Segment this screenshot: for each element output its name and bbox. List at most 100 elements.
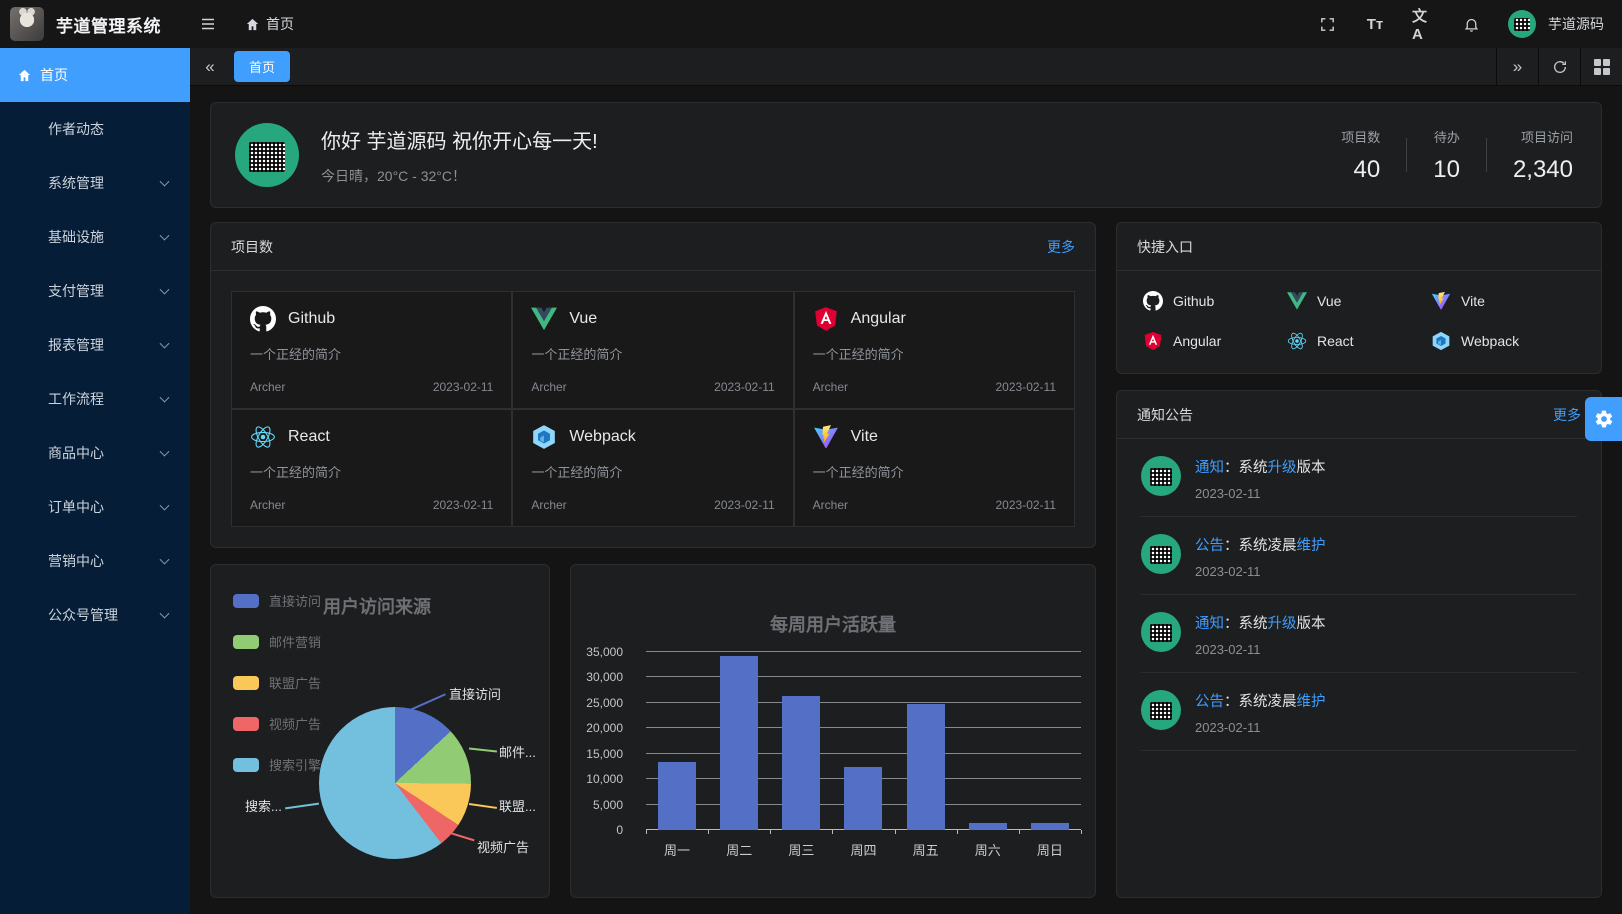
- notice-date: 2023-02-11: [1195, 486, 1326, 501]
- sidebar-item-营销中心[interactable]: 营销中心: [0, 534, 190, 588]
- fullscreen-icon[interactable]: [1316, 13, 1338, 35]
- settings-button[interactable]: [1585, 397, 1622, 441]
- sidebar-item-报表管理[interactable]: 报表管理: [0, 318, 190, 372]
- sidebar-item-label: 工作流程: [48, 389, 104, 409]
- legend-item-搜索引擎[interactable]: 搜索引擎: [233, 755, 321, 774]
- username[interactable]: 芋道源码: [1548, 14, 1604, 34]
- project-card-Angular[interactable]: Angular一个正经的简介Archer2023-02-11: [794, 291, 1075, 409]
- y-axis-label: 15,000: [570, 747, 623, 761]
- notice-title[interactable]: 通知：系统升级版本: [1195, 456, 1326, 477]
- notice-title[interactable]: 公告：系统凌晨维护: [1195, 534, 1326, 555]
- stat-label: 项目访问: [1513, 127, 1573, 146]
- sidebar-item-公众号管理[interactable]: 公众号管理: [0, 588, 190, 642]
- project-card-Github[interactable]: Github一个正经的简介Archer2023-02-11: [231, 291, 512, 409]
- legend-item-联盟广告[interactable]: 联盟广告: [233, 673, 321, 692]
- sidebar-item-订单中心[interactable]: 订单中心: [0, 480, 190, 534]
- legend-swatch: [233, 594, 259, 608]
- project-card-Vite[interactable]: Vite一个正经的简介Archer2023-02-11: [794, 409, 1075, 527]
- project-card-Vue[interactable]: Vue一个正经的简介Archer2023-02-11: [512, 291, 793, 409]
- pie-label: 联盟...: [499, 796, 536, 815]
- legend-item-视频广告[interactable]: 视频广告: [233, 714, 321, 733]
- bar: [969, 823, 1007, 830]
- font-size-icon[interactable]: Tт: [1364, 13, 1386, 35]
- notice-title[interactable]: 公告：系统凌晨维护: [1195, 690, 1326, 711]
- sidebar-item-工作流程[interactable]: 工作流程: [0, 372, 190, 426]
- sidebar: 首页作者动态系统管理基础设施支付管理报表管理工作流程商品中心订单中心营销中心公众…: [0, 48, 190, 914]
- bell-icon[interactable]: [1460, 13, 1482, 35]
- project-name: Angular: [851, 310, 906, 328]
- sidebar-item-首页[interactable]: 首页: [0, 48, 190, 102]
- app-title: 芋道管理系统: [56, 12, 161, 37]
- quick-entry-Webpack[interactable]: Webpack: [1431, 331, 1575, 351]
- project-card-React[interactable]: React一个正经的简介Archer2023-02-11: [231, 409, 512, 527]
- quick-entry-Vite[interactable]: Vite: [1431, 291, 1575, 311]
- legend-item-直接访问[interactable]: 直接访问: [233, 591, 321, 610]
- notice-title[interactable]: 通知：系统升级版本: [1195, 612, 1326, 633]
- x-axis-tick: [957, 830, 958, 834]
- notice-item[interactable]: 公告：系统凌晨维护2023-02-11: [1141, 517, 1577, 595]
- stat-待办: 待办10: [1433, 127, 1460, 184]
- notice-avatar: [1141, 690, 1181, 730]
- stat-项目访问: 项目访问 2,340: [1513, 127, 1573, 184]
- menu-fold-icon[interactable]: [197, 13, 219, 35]
- stat-value: 2,340: [1513, 156, 1573, 184]
- quick-entry-label: Github: [1173, 293, 1214, 309]
- vite-icon: [1431, 291, 1451, 311]
- sidebar-item-基础设施[interactable]: 基础设施: [0, 210, 190, 264]
- breadcrumb[interactable]: 首页: [245, 14, 294, 34]
- chevron-down-icon: [160, 447, 170, 457]
- project-desc: 一个正经的简介: [250, 344, 493, 363]
- stats-row: 项目数40待办10项目访问2,340: [1341, 127, 1573, 184]
- sidebar-item-label: 首页: [40, 65, 68, 85]
- project-desc: 一个正经的简介: [813, 344, 1056, 363]
- bar-chart: [646, 652, 1081, 830]
- quick-entry-label: Vite: [1461, 293, 1485, 309]
- project-name: Webpack: [569, 428, 635, 446]
- sidebar-item-支付管理[interactable]: 支付管理: [0, 264, 190, 318]
- legend-item-邮件营销[interactable]: 邮件营销: [233, 632, 321, 651]
- sidebar-item-作者动态[interactable]: 作者动态: [0, 102, 190, 156]
- pie-label: 邮件...: [499, 742, 536, 761]
- x-axis-tick: [1081, 830, 1082, 834]
- tab-home[interactable]: 首页: [234, 51, 290, 82]
- notice-avatar: [1141, 456, 1181, 496]
- notices-more-link[interactable]: 更多: [1553, 405, 1581, 425]
- language-icon[interactable]: 文A: [1412, 13, 1434, 35]
- quick-entry-Vue[interactable]: Vue: [1287, 291, 1431, 311]
- bar: [1031, 823, 1069, 830]
- pie-label-line: [469, 803, 497, 808]
- notice-item[interactable]: 通知：系统升级版本 2023-02-11: [1141, 595, 1577, 673]
- user-avatar[interactable]: [1508, 10, 1536, 38]
- quick-entry-React[interactable]: React: [1287, 331, 1431, 351]
- notice-item[interactable]: 通知：系统升级版本 2023-02-11: [1141, 439, 1577, 517]
- sidebar-item-系统管理[interactable]: 系统管理: [0, 156, 190, 210]
- refresh-icon[interactable]: [1538, 48, 1580, 86]
- logo-image: [10, 7, 44, 41]
- arrow-right-double-icon[interactable]: »: [1496, 48, 1538, 86]
- sidebar-item-商品中心[interactable]: 商品中心: [0, 426, 190, 480]
- gear-icon: [1594, 409, 1614, 429]
- y-axis-label: 0: [570, 823, 623, 837]
- project-card-Webpack[interactable]: Webpack一个正经的简介Archer2023-02-11: [512, 409, 793, 527]
- notice-item[interactable]: 公告：系统凌晨维护2023-02-11: [1141, 673, 1577, 751]
- layout-grid-icon[interactable]: [1580, 48, 1622, 86]
- sidebar-item-label: 商品中心: [48, 443, 104, 463]
- legend-swatch: [233, 758, 259, 772]
- x-axis-label: 周五: [898, 840, 954, 859]
- project-author: Archer: [531, 498, 566, 512]
- stat-value: 40: [1341, 156, 1380, 184]
- pie-chart-title: 用户访问来源: [323, 593, 431, 619]
- legend-label: 搜索引擎: [269, 755, 321, 774]
- y-axis-label: 20,000: [570, 721, 623, 735]
- quick-entry-Angular[interactable]: Angular: [1143, 331, 1287, 351]
- pie-label-line: [285, 803, 319, 809]
- arrow-left-double-icon[interactable]: «: [190, 57, 230, 77]
- legend-label: 邮件营销: [269, 632, 321, 651]
- notice-date: 2023-02-11: [1195, 642, 1326, 657]
- projects-more-link[interactable]: 更多: [1047, 237, 1075, 257]
- github-icon: [1143, 291, 1163, 311]
- quick-entry-label: React: [1317, 333, 1354, 349]
- quick-entry-Github[interactable]: Github: [1143, 291, 1287, 311]
- vue-icon: [531, 306, 557, 332]
- pie-label: 搜索...: [245, 796, 282, 815]
